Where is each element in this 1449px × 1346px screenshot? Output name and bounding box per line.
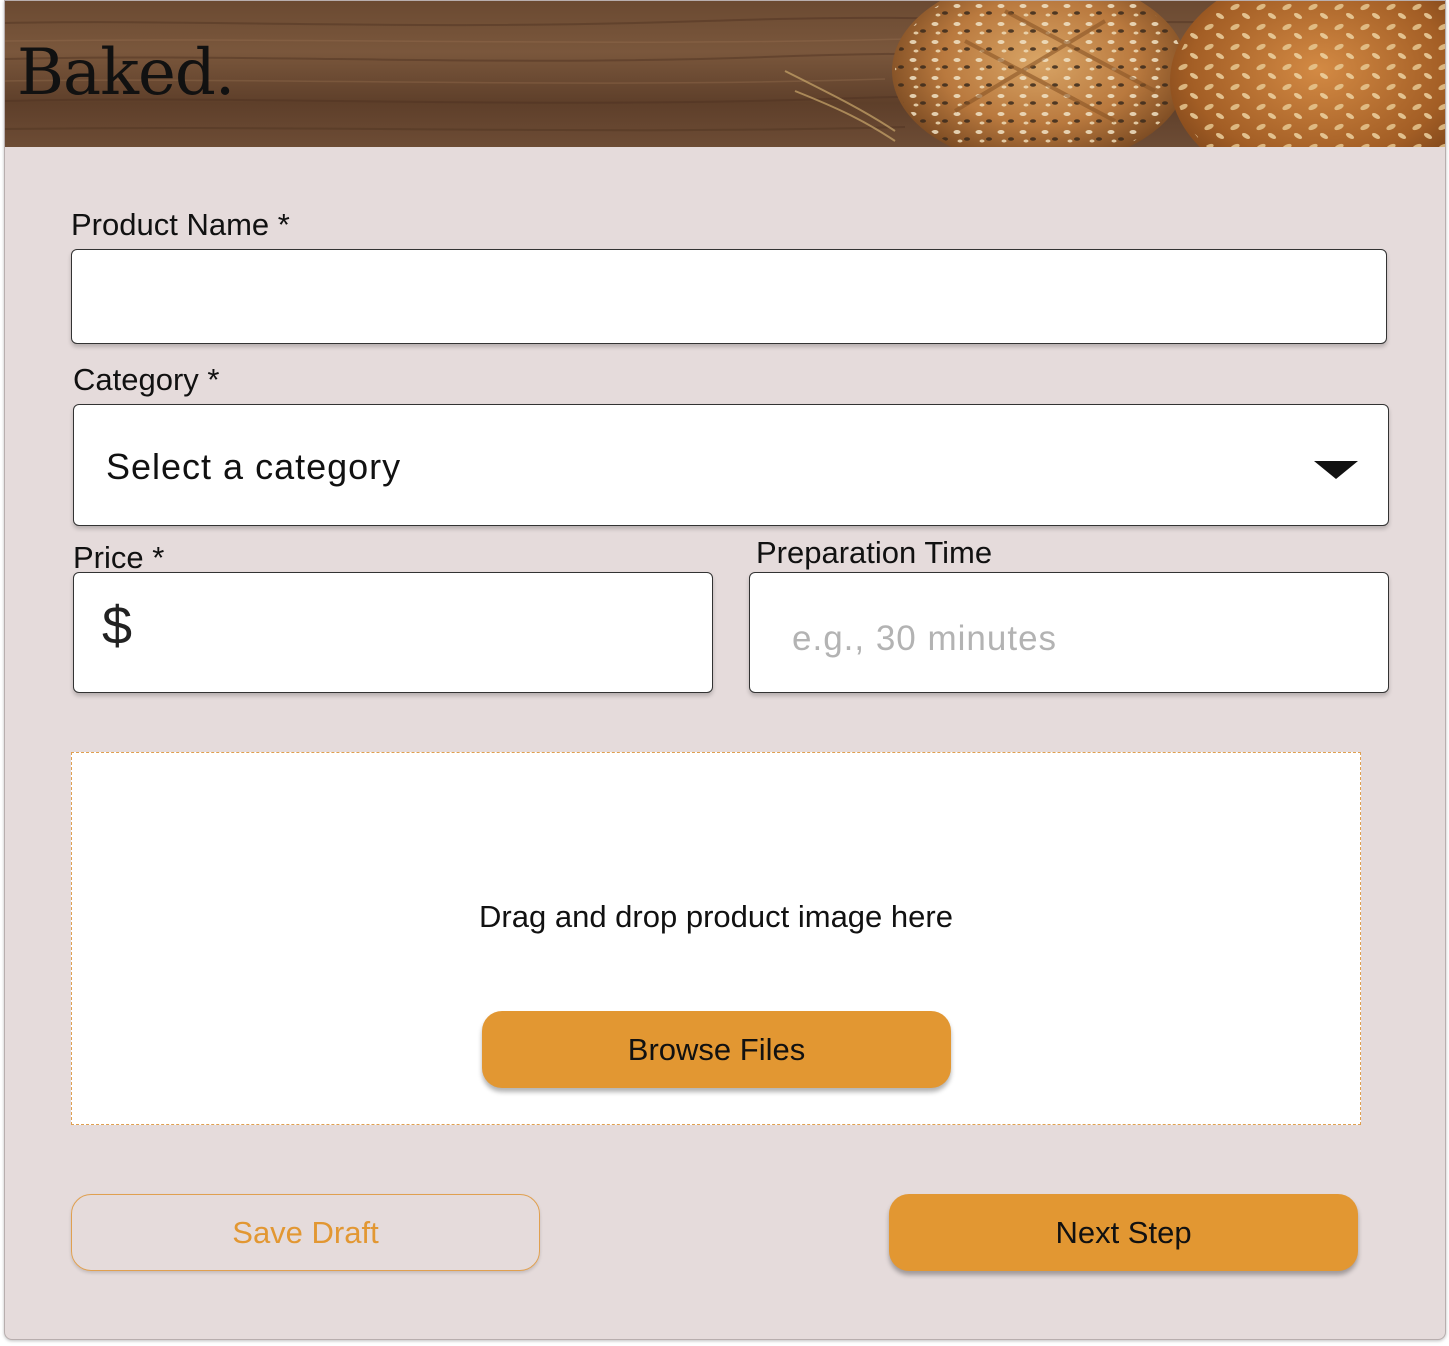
prep-time-input[interactable]: e.g., 30 minutes <box>749 572 1389 693</box>
price-label: Price * <box>73 540 165 575</box>
image-dropzone[interactable]: Drag and drop product image here Browse … <box>71 752 1361 1125</box>
save-draft-button[interactable]: Save Draft <box>71 1194 540 1271</box>
prep-time-label: Preparation Time <box>756 535 993 570</box>
category-select[interactable]: Select a category <box>73 404 1389 526</box>
price-input[interactable]: $ <box>73 572 713 693</box>
dropzone-prompt: Drag and drop product image here <box>479 899 953 934</box>
prep-time-placeholder: e.g., 30 minutes <box>792 619 1058 658</box>
category-label: Category * <box>73 362 220 397</box>
category-selected-value: Select a category <box>106 446 402 487</box>
chevron-down-icon[interactable] <box>1314 461 1358 479</box>
dollar-icon: $ <box>102 596 133 656</box>
header-banner: Baked. <box>5 1 1445 147</box>
browse-files-button[interactable]: Browse Files <box>482 1011 951 1088</box>
product-name-input[interactable] <box>71 249 1387 344</box>
brand-logo: Baked. <box>17 36 235 110</box>
product-form-window: Baked. Product Name * Category * Select … <box>4 0 1446 1340</box>
product-name-label: Product Name * <box>71 207 290 242</box>
next-step-button[interactable]: Next Step <box>889 1194 1358 1271</box>
